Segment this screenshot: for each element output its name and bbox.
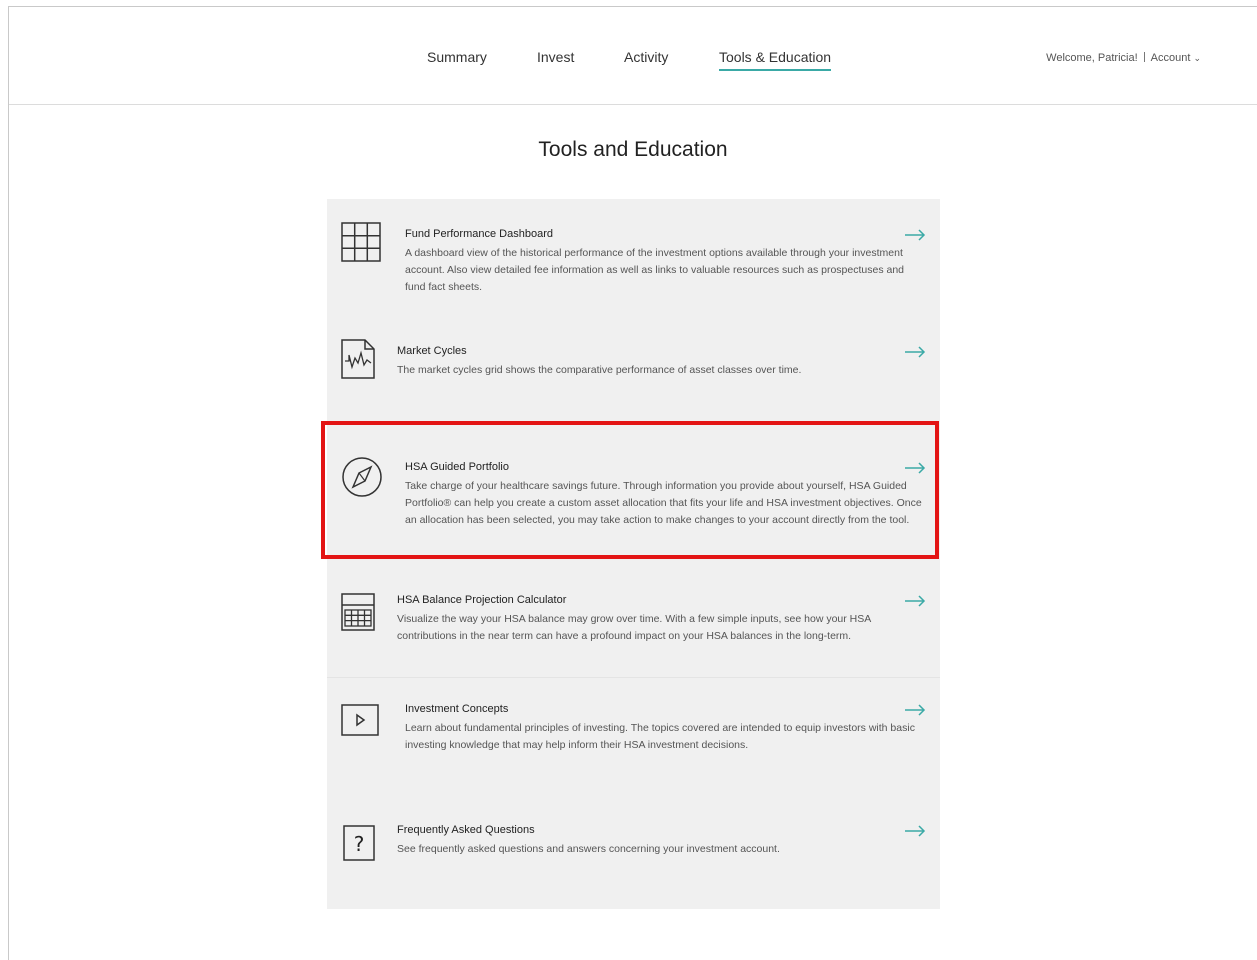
- question-icon: ?: [343, 825, 375, 866]
- tool-title: Market Cycles: [397, 345, 467, 357]
- account-menu[interactable]: Account ⌄: [1151, 52, 1201, 64]
- welcome-text: Welcome, Patricia!: [1046, 52, 1138, 64]
- tool-title: HSA Balance Projection Calculator: [397, 594, 567, 606]
- tool-card-faq[interactable]: ? Frequently Asked Questions See frequen…: [327, 795, 940, 909]
- tool-card-hsa-guided-portfolio[interactable]: HSA Guided Portfolio Take charge of your…: [327, 423, 940, 561]
- tool-title: Frequently Asked Questions: [397, 824, 535, 836]
- tool-description: The market cycles grid shows the compara…: [397, 364, 802, 376]
- arrow-right-icon[interactable]: [904, 345, 926, 358]
- tool-title: HSA Guided Portfolio: [405, 461, 509, 473]
- tool-title: Fund Performance Dashboard: [405, 228, 553, 240]
- nav-tools-education[interactable]: Tools & Education: [719, 49, 832, 71]
- tool-description: Visualize the way your HSA balance may g…: [397, 613, 871, 642]
- arrow-right-icon[interactable]: [904, 824, 926, 837]
- arrow-right-icon[interactable]: [904, 461, 926, 474]
- tool-description: Take charge of your healthcare savings f…: [405, 480, 922, 526]
- account-label: Account: [1150, 52, 1191, 64]
- compass-icon: [341, 456, 383, 503]
- arrow-right-icon[interactable]: [904, 594, 926, 607]
- nav-summary[interactable]: Summary: [427, 49, 487, 69]
- tool-description: See frequently asked questions and answe…: [397, 843, 780, 855]
- calculator-icon: [341, 593, 375, 636]
- nav-invest[interactable]: Invest: [537, 49, 574, 69]
- user-area: Welcome, Patricia! Account ⌄: [1046, 52, 1201, 64]
- tool-card-fund-performance[interactable]: Fund Performance Dashboard A dashboard v…: [327, 199, 940, 311]
- play-icon: [341, 704, 379, 741]
- top-navigation-bar: Summary Invest Activity Tools & Educatio…: [9, 7, 1257, 105]
- page-title: Tools and Education: [538, 138, 728, 161]
- chart-document-icon: [341, 339, 375, 384]
- arrow-right-icon[interactable]: [904, 228, 926, 241]
- tool-card-market-cycles[interactable]: Market Cycles The market cycles grid sho…: [327, 311, 940, 423]
- arrow-right-icon[interactable]: [904, 703, 926, 716]
- separator: [1143, 52, 1145, 62]
- tools-list: Fund Performance Dashboard A dashboard v…: [327, 199, 940, 909]
- app-frame: Summary Invest Activity Tools & Educatio…: [8, 6, 1257, 960]
- chevron-down-icon: ⌄: [1193, 53, 1201, 63]
- tool-description: Learn about fundamental principles of in…: [405, 722, 915, 751]
- tool-card-balance-projection[interactable]: HSA Balance Projection Calculator Visual…: [327, 561, 940, 677]
- tool-card-investment-concepts[interactable]: Investment Concepts Learn about fundamen…: [327, 677, 940, 795]
- svg-text:?: ?: [354, 832, 365, 856]
- tool-title: Investment Concepts: [405, 703, 509, 715]
- nav-activity[interactable]: Activity: [624, 49, 668, 69]
- tool-description: A dashboard view of the historical perfo…: [405, 247, 905, 293]
- grid-icon: [341, 222, 381, 267]
